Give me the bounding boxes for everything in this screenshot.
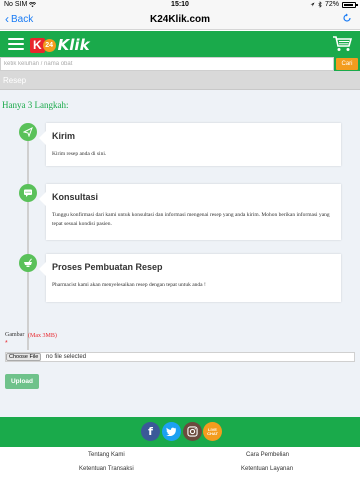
file-status: no file selected bbox=[46, 354, 87, 360]
location-icon bbox=[310, 2, 315, 7]
site-header: K 24 Klik bbox=[0, 31, 360, 57]
status-right: 72% bbox=[310, 1, 358, 8]
send-icon bbox=[19, 123, 37, 141]
step-card-kirim: Kirim Kirim resep anda di sini. bbox=[39, 123, 341, 166]
file-input[interactable]: Choose File no file selected bbox=[5, 352, 355, 362]
status-bar: No SIM 15:10 72% bbox=[0, 0, 360, 10]
step-card-proses: Proses Pembuatan Resep Pharmacist kami a… bbox=[39, 254, 341, 302]
footer-link-ketentuan-transaksi[interactable]: Ketentuan Transaksi bbox=[79, 466, 134, 472]
social-bar: f LIVE CHAT bbox=[0, 417, 360, 447]
step-description: Pharmacist kami akan menyelesaikan resep… bbox=[52, 282, 206, 288]
steps-title: Hanya 3 Langkah: bbox=[2, 100, 69, 110]
search-input[interactable] bbox=[0, 57, 334, 71]
breadcrumb: Resep bbox=[0, 71, 360, 90]
logo-badge: 24 bbox=[42, 38, 56, 52]
twitter-icon[interactable] bbox=[162, 422, 181, 441]
footer-link-cara-pembelian[interactable]: Cara Pembelian bbox=[246, 452, 289, 458]
main-content: Hanya 3 Langkah: Kirim Kirim resep anda … bbox=[0, 90, 360, 417]
max-size-note: (Max 3MB) bbox=[28, 333, 57, 339]
browser-bar: ‹ Back K24Klik.com bbox=[0, 10, 360, 30]
mortar-icon bbox=[19, 254, 37, 272]
page-url[interactable]: K24Klik.com bbox=[0, 14, 360, 25]
choose-file-button[interactable]: Choose File bbox=[6, 353, 42, 361]
chat-icon bbox=[19, 184, 37, 202]
footer-links: Tentang Kami Cara Pembelian Ketentuan Tr… bbox=[0, 447, 360, 480]
facebook-icon[interactable]: f bbox=[141, 422, 160, 441]
footer-link-ketentuan-layanan[interactable]: Ketentuan Layanan bbox=[241, 466, 293, 472]
instagram-icon[interactable] bbox=[183, 422, 202, 441]
step-card-konsultasi: Konsultasi Tunggu konfirmasi dari kami u… bbox=[39, 184, 341, 240]
timeline-line bbox=[27, 126, 29, 350]
live-chat-line2: CHAT bbox=[207, 430, 218, 436]
gambar-label: Gambar bbox=[5, 332, 25, 338]
step-description: Kirim resep anda di sini. bbox=[52, 151, 107, 157]
live-chat-icon[interactable]: LIVE CHAT bbox=[203, 422, 222, 441]
menu-icon[interactable] bbox=[8, 38, 24, 50]
reload-icon[interactable] bbox=[342, 13, 352, 26]
cart-icon[interactable] bbox=[332, 36, 353, 52]
k24klik-logo[interactable]: K 24 Klik bbox=[30, 36, 90, 54]
battery-icon bbox=[342, 1, 358, 8]
search-bar: Cari bbox=[0, 57, 360, 71]
step-title: Kirim bbox=[52, 131, 76, 141]
footer-link-tentang-kami[interactable]: Tentang Kami bbox=[88, 452, 125, 458]
upload-button[interactable]: Upload bbox=[5, 374, 39, 389]
step-title: Konsultasi bbox=[52, 192, 99, 202]
battery-percent: 72% bbox=[324, 1, 339, 8]
step-description: Tunggu konfirmasi dari kami untuk konsul… bbox=[52, 212, 330, 227]
breadcrumb-current: Resep bbox=[3, 76, 27, 85]
logo-brand: Klik bbox=[57, 36, 90, 54]
bluetooth-icon bbox=[318, 1, 322, 8]
clock: 15:10 bbox=[171, 1, 189, 8]
step-title: Proses Pembuatan Resep bbox=[52, 262, 163, 272]
search-button[interactable]: Cari bbox=[336, 58, 358, 70]
required-mark: * bbox=[5, 340, 8, 347]
